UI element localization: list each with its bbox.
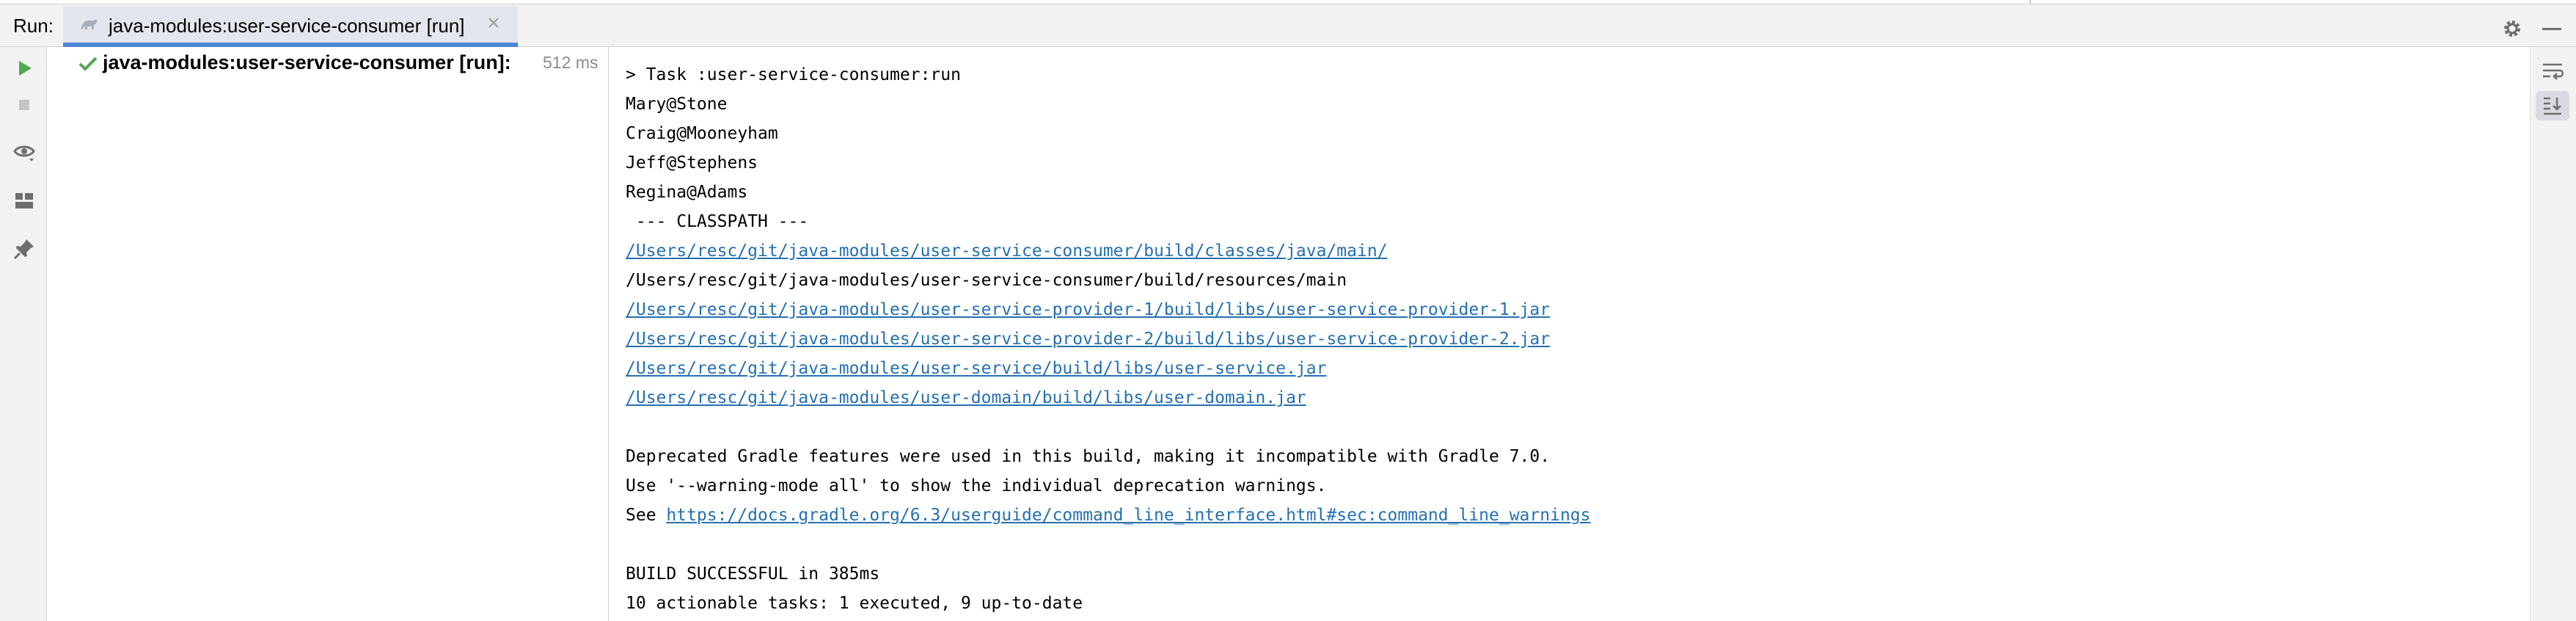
close-tab-icon[interactable] — [486, 15, 502, 31]
console-line-prefix: See — [626, 506, 667, 525]
console-line: /Users/resc/git/java-modules/user-servic… — [626, 324, 1550, 354]
layout-icon[interactable] — [12, 188, 37, 213]
run-tab-label: java-modules:user-service-consumer [run] — [109, 15, 465, 37]
gear-icon[interactable] — [2501, 18, 2523, 40]
console-line-text: Use '--warning-mode all' to show the ind… — [626, 476, 1327, 495]
console-line-text: Mary@Stone — [626, 95, 728, 114]
console-line: /Users/resc/git/java-modules/user-servic… — [626, 236, 1388, 266]
console-line-text: > Task :user-service-consumer:run — [626, 65, 961, 84]
run-left-toolbar — [0, 47, 47, 621]
console-line: 10 actionable tasks: 1 executed, 9 up-to… — [626, 589, 1083, 618]
console-line: > Task :user-service-consumer:run — [626, 60, 961, 90]
console-line: /Users/resc/git/java-modules/user-domain… — [626, 383, 1306, 413]
gradle-icon — [81, 19, 98, 29]
console-line-text: BUILD SUCCESSFUL in 385ms — [626, 564, 880, 584]
console-line: /Users/resc/git/java-modules/user-servic… — [626, 354, 1326, 383]
console-line-text: 10 actionable tasks: 1 executed, 9 up-to… — [626, 594, 1083, 613]
console-link[interactable]: https://docs.gradle.org/6.3/userguide/co… — [666, 506, 1590, 525]
run-titlebar: Run: java-modules:user-service-consumer … — [0, 4, 2576, 47]
rerun-icon[interactable] — [12, 56, 37, 81]
run-label: Run: — [13, 15, 54, 37]
console-line: Regina@Adams — [626, 178, 747, 207]
classpath-link[interactable]: /Users/resc/git/java-modules/user-domain… — [626, 388, 1306, 407]
console-line-text: Deprecated Gradle features were used in … — [626, 447, 1551, 466]
classpath-link[interactable]: /Users/resc/git/java-modules/user-servic… — [626, 359, 1326, 378]
console-line-text: Jeff@Stephens — [626, 153, 758, 172]
soft-wrap-icon[interactable] — [2536, 56, 2569, 85]
console-line: See https://docs.gradle.org/6.3/userguid… — [626, 501, 1590, 530]
console-line: /Users/resc/git/java-modules/user-servic… — [626, 266, 1347, 295]
console-line-text: Regina@Adams — [626, 183, 748, 202]
stop-icon[interactable] — [12, 92, 37, 117]
minimize-icon[interactable] — [2542, 28, 2561, 30]
console-line-text: --- CLASSPATH --- — [626, 212, 809, 231]
console-line: Deprecated Gradle features were used in … — [626, 442, 1550, 471]
scroll-to-end-icon[interactable] — [2536, 91, 2569, 120]
console-line: Jeff@Stephens — [626, 148, 758, 178]
console-line-text: Craig@Mooneyham — [626, 124, 778, 143]
classpath-link[interactable]: /Users/resc/git/java-modules/user-servic… — [626, 330, 1550, 349]
console-line: BUILD SUCCESSFUL in 385ms — [626, 559, 879, 589]
classpath-link[interactable]: /Users/resc/git/java-modules/user-servic… — [626, 300, 1550, 319]
console-line: Craig@Mooneyham — [626, 119, 778, 148]
console-line: --- CLASSPATH --- — [626, 207, 808, 236]
console-right-toolbar — [2531, 47, 2576, 621]
console-line: /Users/resc/git/java-modules/user-servic… — [626, 295, 1550, 324]
classpath-link[interactable]: /Users/resc/git/java-modules/user-servic… — [626, 242, 1388, 261]
success-check-icon — [78, 57, 98, 71]
console-line: Use '--warning-mode all' to show the ind… — [626, 471, 1326, 501]
console-output[interactable]: > Task :user-service-consumer:run Mary@St… — [610, 47, 2531, 621]
run-tree-item-label[interactable]: java-modules:user-service-consumer [run]… — [103, 51, 511, 74]
eye-icon[interactable] — [12, 139, 37, 164]
pin-icon[interactable] — [12, 236, 37, 261]
console-line-text: /Users/resc/git/java-modules/user-servic… — [626, 271, 1347, 290]
run-tree-panel: java-modules:user-service-consumer [run]… — [48, 47, 609, 621]
console-line: Mary@Stone — [626, 90, 727, 119]
run-duration: 512 ms — [543, 53, 599, 72]
